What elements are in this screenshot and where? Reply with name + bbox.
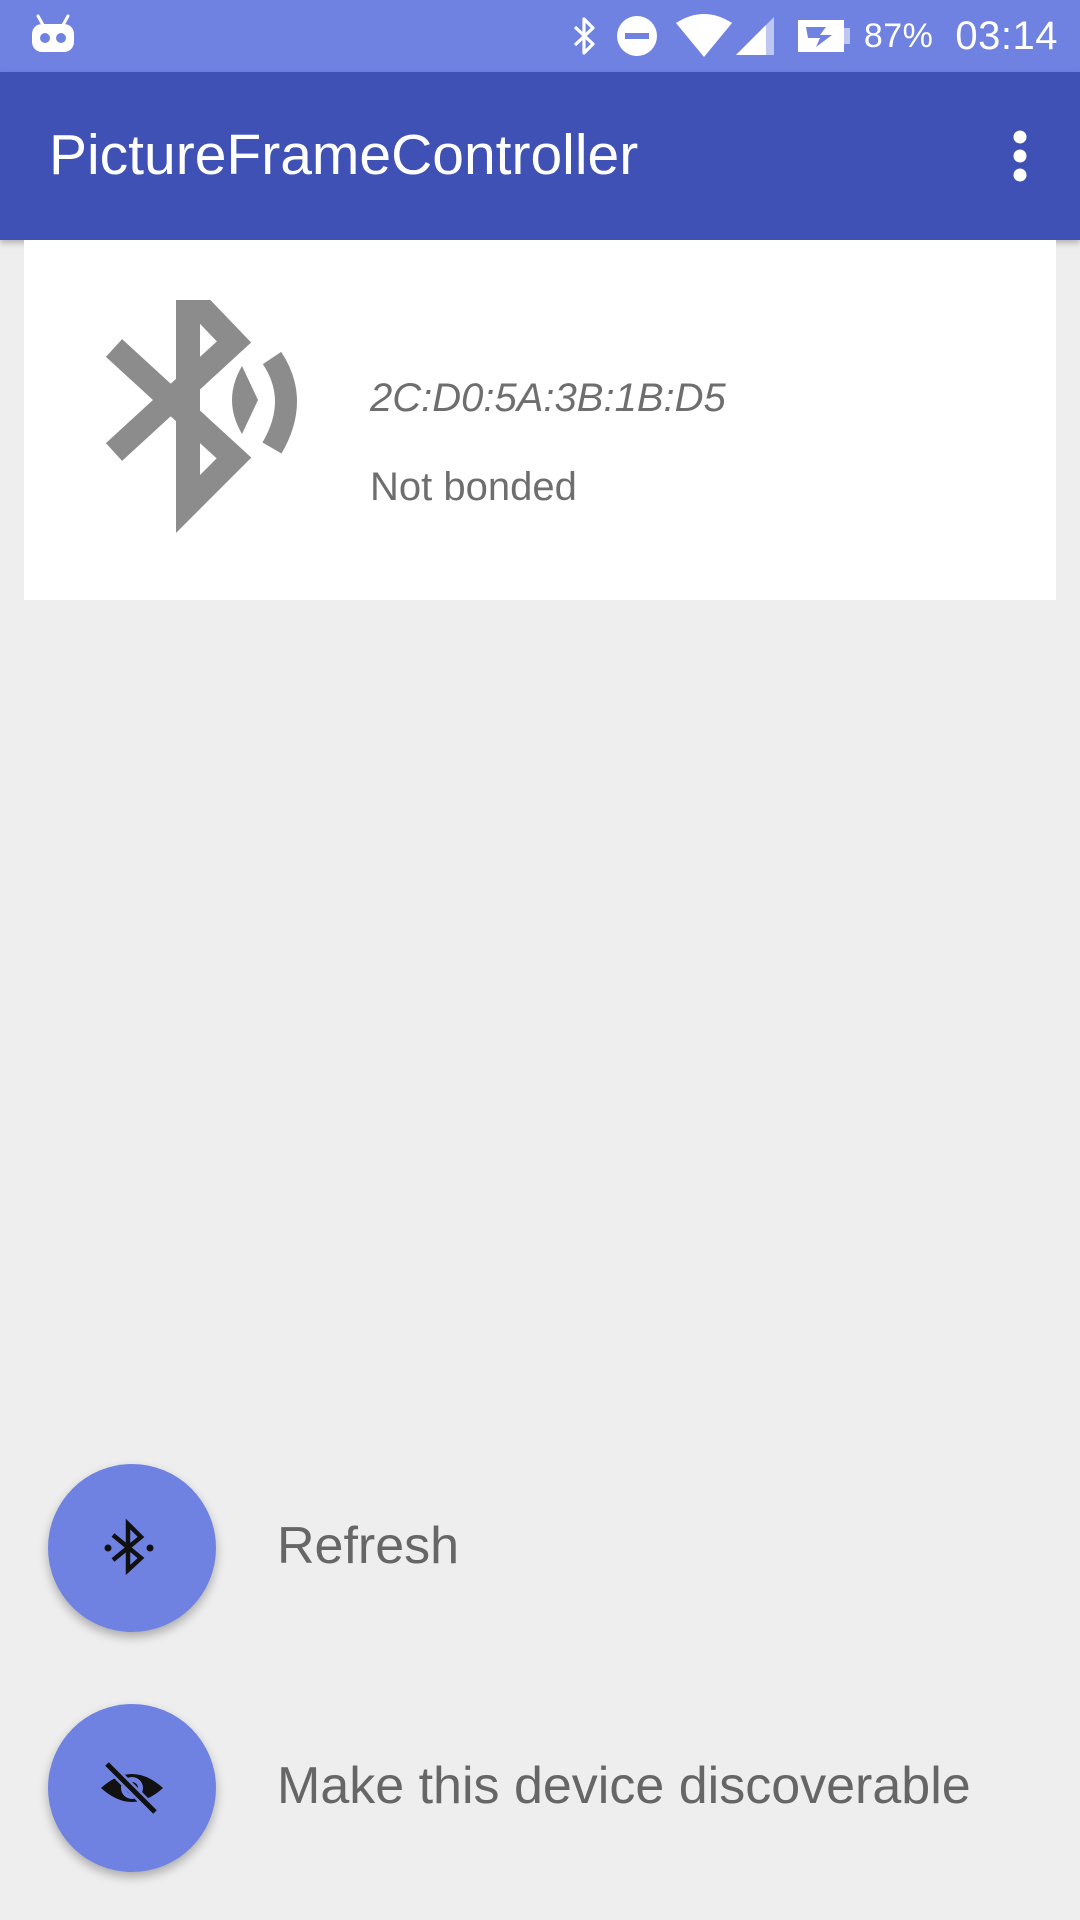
battery-charging-icon <box>797 18 850 54</box>
cell-signal-icon <box>734 15 776 57</box>
bluetooth-icon <box>572 16 598 56</box>
wifi-icon <box>674 13 734 59</box>
make-discoverable-label: Make this device discoverable <box>277 1757 971 1815</box>
android-robot-icon <box>30 14 76 54</box>
status-bar: 87% 03:14 <box>0 0 1080 72</box>
app-bar: PictureFrameController <box>0 72 1080 240</box>
discoverable-action: Make this device discoverable <box>0 1704 1080 1872</box>
page-title: PictureFrameController <box>49 123 639 187</box>
visibility-off-icon <box>97 1758 167 1818</box>
refresh-label: Refresh <box>277 1517 460 1575</box>
refresh-action: Refresh <box>0 1464 1080 1632</box>
overflow-menu-button[interactable] <box>984 120 1056 192</box>
bluetooth-searching-icon <box>102 264 332 545</box>
more-vert-icon <box>1010 130 1030 182</box>
do-not-disturb-icon <box>616 15 658 57</box>
make-discoverable-button[interactable] <box>48 1704 216 1872</box>
device-bond-state: Not bonded <box>370 465 577 509</box>
battery-percent: 87% <box>863 16 934 55</box>
bluetooth-searching-icon <box>103 1518 161 1578</box>
status-clock: 03:14 <box>955 13 1058 58</box>
device-mac-address: 2C:D0:5A:3B:1B:D5 <box>370 376 726 420</box>
refresh-button[interactable] <box>48 1464 216 1632</box>
device-list-item[interactable]: 2C:D0:5A:3B:1B:D5 Not bonded <box>24 240 1056 600</box>
